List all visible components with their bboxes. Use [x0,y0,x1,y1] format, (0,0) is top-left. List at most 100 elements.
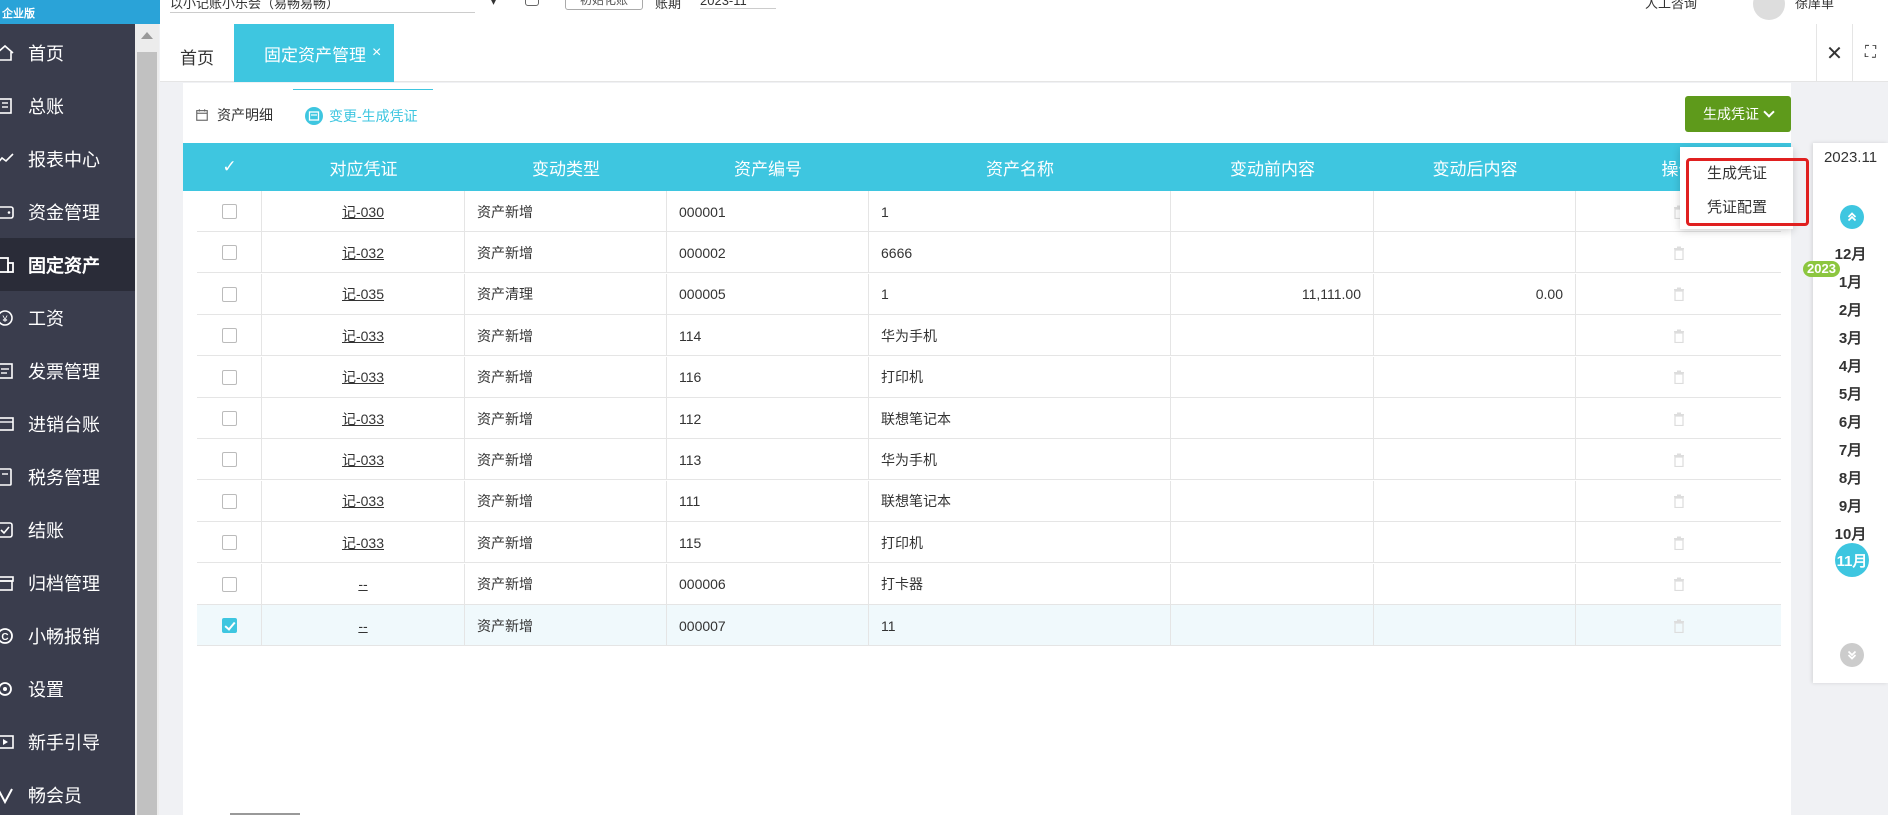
username[interactable]: 徐庠单 [1795,0,1834,12]
sidebar-item-ledger[interactable]: 总账 [0,79,135,132]
row-checkbox-cell [197,232,262,274]
table-row[interactable]: 记-030 资产新增 000001 1 [197,191,1781,232]
month-item[interactable]: 10月 [1813,523,1888,544]
table-row[interactable]: -- 资产新增 000006 打卡器 [197,563,1781,605]
table-row[interactable]: 记-033 资产新增 112 联想笔记本 [197,398,1781,439]
sidebar-item-chart[interactable]: 报表中心 [0,132,135,185]
table-row[interactable]: 记-033 资产新增 116 打印机 [197,356,1781,398]
row-checkbox[interactable] [221,618,237,633]
fullscreen-icon[interactable]: ⛶ [1852,24,1888,82]
table-row[interactable]: 记-033 资产新增 114 华为手机 [197,315,1781,357]
month-item[interactable]: 1月 [1813,271,1888,292]
tab-home[interactable]: 首页 [180,44,214,69]
voucher-link[interactable]: 记-032 [342,243,384,263]
sidebar-scrollbar[interactable] [135,24,159,815]
table-row[interactable]: 记-033 资产新增 113 华为手机 [197,439,1781,481]
row-checkbox[interactable] [221,576,237,592]
voucher-link[interactable]: 记-033 [342,533,384,553]
sidebar-item-invoice[interactable]: 发票管理 [0,344,135,397]
sidebar-item-home[interactable]: 首页 [0,26,135,79]
month-item[interactable]: 9月 [1813,495,1888,516]
select-all-checkbox[interactable]: ✓ [197,143,262,191]
voucher-cell: 记-033 [262,439,465,481]
dropdown-arrow-icon[interactable]: ▾ [490,0,497,9]
scroll-thumb[interactable] [137,52,157,815]
chevron-down-icon[interactable] [1840,643,1864,667]
voucher-link[interactable]: 记-033 [342,491,384,511]
delete-icon[interactable] [1673,329,1685,343]
subtab-label: 资产明细 [217,107,273,123]
tab-asset-detail[interactable]: 资产明细 [193,89,288,141]
init-button[interactable]: 初始化账 [565,0,643,10]
sidebar-item-guide[interactable]: 新手引导 [0,715,135,768]
row-checkbox[interactable] [221,245,237,261]
table-row[interactable]: -- 资产新增 000007 11 [197,605,1781,646]
avatar[interactable] [1753,0,1785,20]
sidebar-item-gear[interactable]: 设置 [0,662,135,715]
month-item[interactable]: 6月 [1813,411,1888,432]
delete-icon[interactable] [1673,619,1685,633]
voucher-link[interactable]: 记-033 [342,409,384,429]
table-row[interactable]: 记-035 资产清理 000005 1 11,111.00 0.00 [197,273,1781,315]
table-row[interactable]: 记-033 资产新增 115 打印机 [197,522,1781,564]
table-row[interactable]: 记-033 资产新增 111 联想笔记本 [197,480,1781,522]
row-checkbox[interactable] [221,204,237,219]
row-checkbox-cell [197,480,262,522]
tab-close-icon[interactable]: × [372,44,381,62]
voucher-cell: 记-033 [262,315,465,357]
month-item[interactable]: 5月 [1813,383,1888,404]
voucher-link[interactable]: 记-033 [342,326,384,346]
voucher-link[interactable]: 记-033 [342,367,384,387]
row-checkbox[interactable] [221,535,237,551]
chevron-up-icon[interactable] [1840,205,1864,229]
delete-icon[interactable] [1673,494,1685,509]
delete-icon[interactable] [1673,453,1685,467]
row-checkbox[interactable] [221,493,237,509]
sidebar-item-reimburse[interactable]: C 小畅报销 [0,609,135,662]
generate-voucher-button[interactable]: 生成凭证 [1685,96,1791,132]
delete-icon[interactable] [1673,536,1685,550]
month-item[interactable]: 3月 [1813,327,1888,348]
delete-icon[interactable] [1673,370,1685,385]
scroll-up-icon[interactable] [141,32,153,39]
row-checkbox[interactable] [221,452,237,468]
tab-fixed-assets[interactable]: 固定资产管理 × [234,24,394,82]
switch-icon[interactable] [525,0,539,6]
sidebar-item-tax[interactable]: 税务管理 [0,450,135,503]
account-selector[interactable]: 以小记账小乐会（易畅易畅） [170,0,475,13]
row-checkbox[interactable] [221,369,237,385]
sidebar-item-salary[interactable]: ¥ 工资 [0,291,135,344]
sidebar-item-checkout[interactable]: 结账 [0,503,135,556]
sidebar-item-vip[interactable]: 畅会员 [0,768,135,815]
sidebar-item-archive[interactable]: 归档管理 [0,556,135,609]
tax-icon [0,464,26,490]
month-item[interactable]: 4月 [1813,355,1888,376]
row-checkbox-cell [197,522,262,564]
month-current[interactable]: 11月 [1835,543,1869,577]
sidebar-item-building[interactable]: 固定资产 [0,238,135,291]
tab-change-voucher[interactable]: 变更-生成凭证 [293,89,433,141]
sidebar-item-wallet[interactable]: 资金管理 [0,185,135,238]
month-item[interactable]: 7月 [1813,439,1888,460]
delete-icon[interactable] [1673,287,1685,302]
help-link[interactable]: 人工咨询 [1645,0,1697,12]
voucher-link[interactable]: 记-030 [342,202,384,222]
delete-icon[interactable] [1673,412,1685,426]
row-checkbox[interactable] [221,328,237,344]
table-row[interactable]: 记-032 资产新增 000002 6666 [197,232,1781,274]
row-checkbox[interactable] [221,286,237,302]
sidebar-item-inventory[interactable]: 进销台账 [0,397,135,450]
month-item[interactable]: 8月 [1813,467,1888,488]
month-item[interactable]: 2月 [1813,299,1888,320]
delete-icon[interactable] [1673,577,1685,592]
close-icon[interactable]: ✕ [1816,24,1852,82]
delete-icon[interactable] [1673,246,1685,260]
archive-icon [0,570,26,596]
row-checkbox[interactable] [221,411,237,426]
sidebar-item-label: 小畅报销 [28,626,100,647]
month-item[interactable]: 12月 [1813,243,1888,264]
period-input[interactable]: 2023-11 [700,0,776,9]
voucher-link[interactable]: 记-035 [342,284,384,304]
voucher-link[interactable]: 记-033 [342,450,384,470]
voucher-icon [305,106,323,125]
